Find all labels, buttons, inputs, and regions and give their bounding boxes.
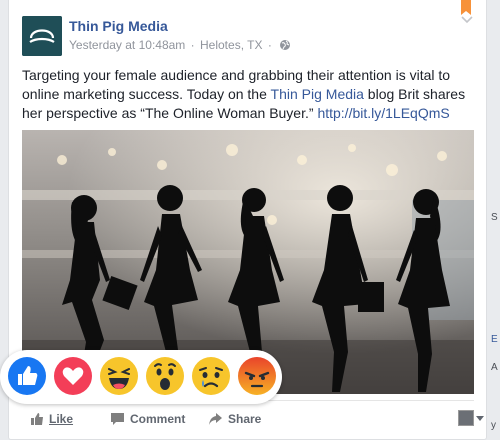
- meta-separator: ·: [190, 38, 195, 52]
- share-icon: [209, 413, 222, 425]
- like-label: Like: [49, 412, 74, 426]
- heart-icon[interactable]: [53, 356, 93, 396]
- bookmark-icon[interactable]: [461, 0, 471, 16]
- caret-down-icon[interactable]: [476, 416, 484, 421]
- comment-label: Comment: [130, 412, 186, 426]
- post-url-link[interactable]: http://bit.ly/1LEqQmS: [317, 105, 449, 121]
- post-location[interactable]: Helotes, TX: [200, 38, 262, 52]
- post-message: Targeting your female audience and grabb…: [22, 66, 477, 123]
- post-meta: Yesterday at 10:48am · Helotes, TX ·: [69, 38, 291, 52]
- page-name-link[interactable]: Thin Pig Media: [69, 18, 168, 34]
- sad-face-icon[interactable]: [191, 356, 231, 396]
- chevron-down-icon[interactable]: [461, 16, 473, 24]
- thumbs-up-icon: [31, 413, 43, 425]
- share-button[interactable]: Share: [208, 406, 261, 432]
- angry-face-icon[interactable]: [237, 356, 277, 396]
- reactions-popup: [0, 350, 282, 404]
- comment-icon: [111, 413, 124, 425]
- post-actions-bar: Like Comment Share: [22, 406, 484, 432]
- post-timestamp[interactable]: Yesterday at 10:48am: [69, 38, 185, 52]
- laughing-face-icon[interactable]: [99, 356, 139, 396]
- page-avatar[interactable]: [22, 16, 62, 56]
- right-column-edge: S E A y: [487, 0, 500, 440]
- like-button[interactable]: Like: [30, 406, 73, 432]
- thin-pig-logo-icon: [22, 16, 62, 56]
- inline-page-link[interactable]: Thin Pig Media: [271, 86, 364, 102]
- globe-icon[interactable]: [279, 39, 291, 51]
- comment-button[interactable]: Comment: [110, 406, 185, 432]
- share-label: Share: [228, 412, 262, 426]
- thumbs-up-icon[interactable]: [7, 356, 47, 396]
- viewer-avatar[interactable]: [458, 410, 474, 426]
- surprised-face-icon[interactable]: [145, 356, 185, 396]
- meta-separator: ·: [267, 38, 272, 52]
